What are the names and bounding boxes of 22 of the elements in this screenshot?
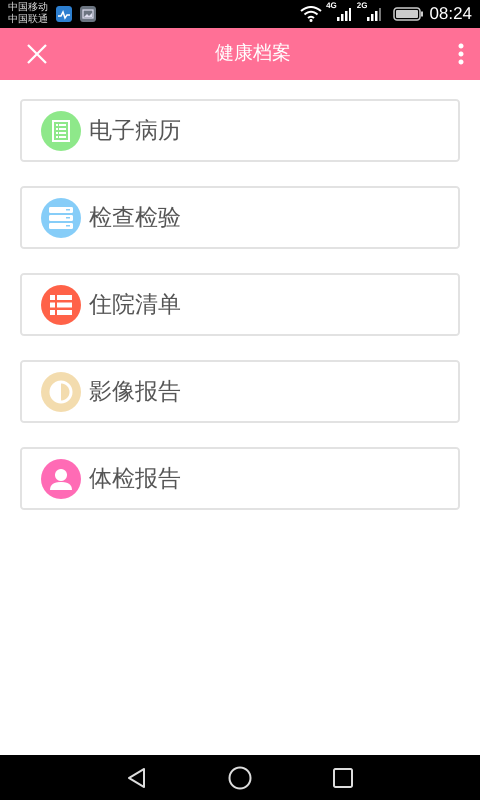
battery-icon: [393, 7, 424, 21]
menu-item[interactable]: 检查检验: [20, 186, 460, 249]
carrier-name: 中国联通: [8, 14, 48, 26]
menu-item[interactable]: 体检报告: [20, 447, 460, 510]
image-icon: [80, 6, 96, 22]
home-icon[interactable]: [228, 766, 252, 790]
recent-apps-icon[interactable]: [332, 766, 354, 788]
back-icon[interactable]: [126, 766, 148, 788]
clock-time: 08:24: [429, 3, 472, 26]
network-type: 2G: [356, 2, 368, 10]
signal-icon: [367, 7, 382, 21]
carrier-name: 中国移动: [8, 2, 48, 14]
close-icon[interactable]: [26, 43, 48, 65]
page-title: 健康档案: [214, 42, 292, 66]
more-icon[interactable]: [458, 43, 464, 65]
network-type: 4G: [326, 2, 337, 10]
menu-item[interactable]: 影像报告: [20, 360, 460, 423]
health-app-icon: [56, 6, 72, 22]
menu-item[interactable]: 住院清单: [20, 273, 460, 336]
signal-icon: [336, 7, 351, 21]
wifi-icon: [300, 6, 322, 22]
menu-item[interactable]: 电子病历: [20, 99, 460, 162]
